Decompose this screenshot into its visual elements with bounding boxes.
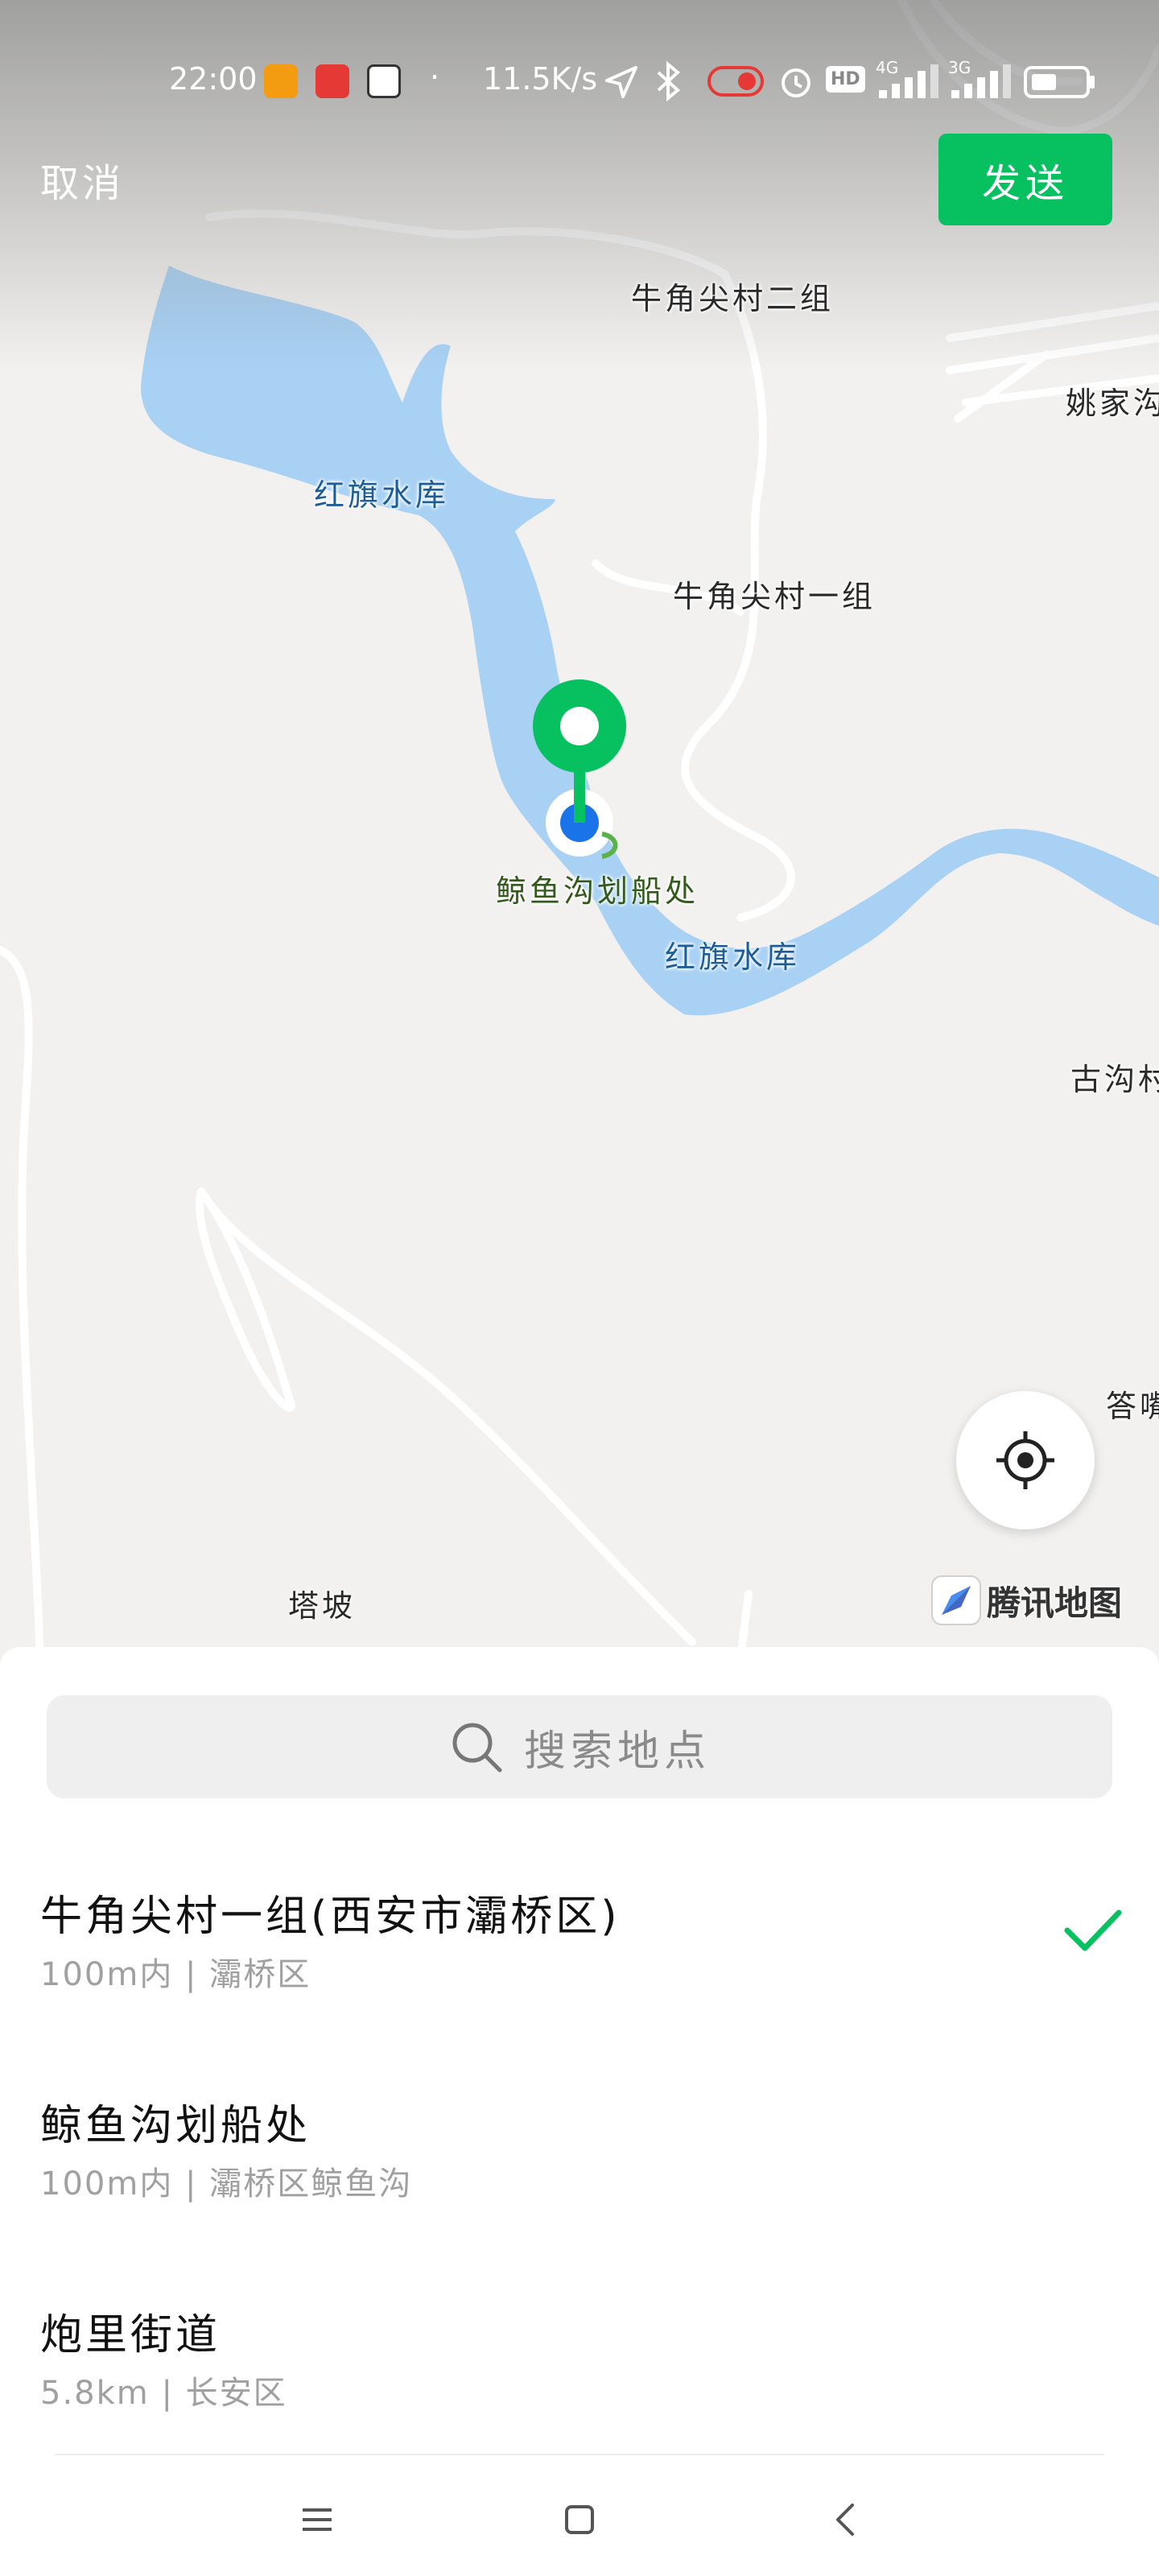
location-result-title: 炮里街道 [40,2311,221,2359]
map-brand: 腾讯地图 [930,1575,1122,1626]
map-label-reservoir-bottom: 红旗水库 [665,939,801,975]
location-result-subtitle: 100m内 | 灞桥区 [40,1956,311,1993]
crosshair-icon [996,1431,1054,1489]
location-result-subtitle: 100m内 | 灞桥区鲸鱼沟 [40,2165,413,2202]
signal-3g-icon [951,64,1011,98]
home-nav-button[interactable] [547,2487,612,2552]
locate-me-button[interactable] [956,1391,1095,1530]
location-result-subtitle: 5.8km | 长安区 [40,2375,287,2412]
location-result-title: 牛角尖村一组(西安市灞桥区) [40,1893,621,1941]
search-icon [452,1723,502,1773]
signal-4g-icon [879,64,938,98]
location-result-item[interactable]: 牛角尖村一组(西安市灞桥区) 100m内 | 灞桥区 [0,1864,1159,2066]
back-nav-button[interactable] [813,2487,877,2552]
app-notification-icon [316,64,349,98]
tencent-map-logo-icon [931,1575,981,1625]
menu-icon [303,2508,332,2531]
map-brand-label: 腾讯地图 [987,1583,1123,1623]
map-label-reservoir-top: 红旗水库 [314,477,450,513]
dot-separator-icon: · [430,60,440,95]
battery-icon [1024,66,1095,98]
hd-icon: HD [826,66,865,93]
map-label-tapo: 塔坡 [288,1588,357,1624]
status-time: 22:00 [169,61,258,97]
bluetooth-icon [657,61,681,101]
search-input[interactable]: 搜索地点 [47,1695,1112,1798]
menu-nav-button[interactable] [285,2487,349,2552]
status-net-speed: 11.5K/s [483,61,598,97]
system-navigation-bar [0,2463,1159,2576]
toggle-icon [707,66,764,97]
app-notification-icon [264,64,298,98]
location-arrow-icon [605,66,637,98]
location-result-title: 鲸鱼沟划船处 [40,2102,311,2150]
home-square-icon [565,2505,594,2534]
location-result-item[interactable]: 鲸鱼沟划船处 100m内 | 灞桥区鲸鱼沟 [0,2074,1159,2275]
app-notification-icon [367,64,401,98]
checkmark-icon [1064,1909,1122,1951]
map-label-yaojia: 姚家沟 [1066,386,1159,421]
map-label-village-2: 牛角尖村二组 [631,281,835,316]
send-button[interactable]: 发送 [938,134,1112,225]
location-bottom-sheet: 搜索地点 牛角尖村一组(西安市灞桥区) 100m内 | 灞桥区 鲸鱼沟划船处 1… [0,1647,1159,2576]
alarm-icon [782,68,810,97]
map-label-village-1: 牛角尖村一组 [673,579,876,614]
back-chevron-icon [836,2504,854,2536]
search-placeholder: 搜索地点 [523,1727,711,1776]
map-view[interactable]: 牛角尖村二组 姚家沟 红旗水库 牛角尖村一组 鲸鱼沟划船处 红旗水库 古沟村 答… [0,0,1159,1658]
list-divider [55,2454,1104,2455]
map-label-gugou: 古沟村 [1070,1062,1159,1097]
map-label-dazui: 答嘴 [1106,1389,1159,1424]
map-label-poi[interactable]: 鲸鱼沟划船处 [496,866,699,910]
cancel-button[interactable]: 取消 [40,151,124,208]
status-bar: 22:00 · 11.5K/s HD 4G 3G [0,48,1159,113]
